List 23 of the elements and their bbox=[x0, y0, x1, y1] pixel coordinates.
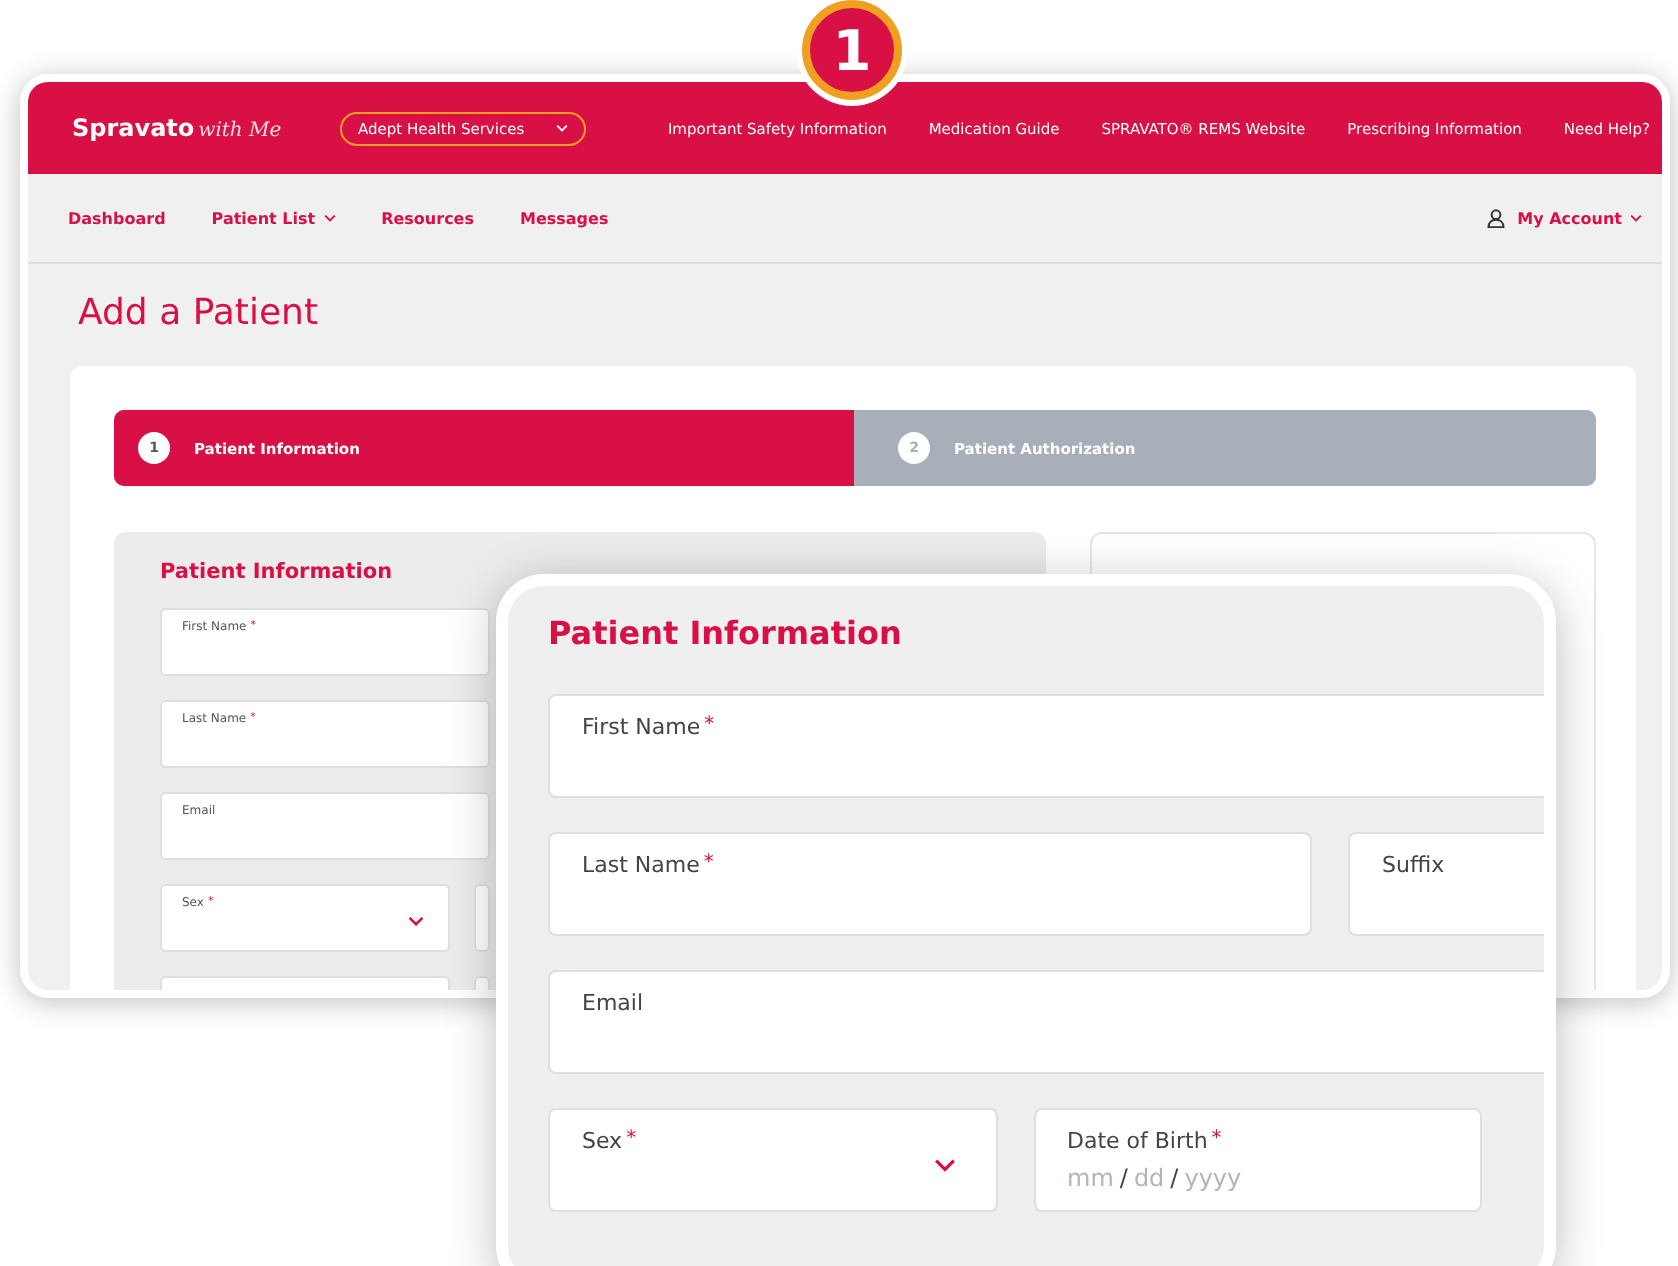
logo-script: with Me bbox=[198, 120, 282, 142]
chevron-down-icon bbox=[408, 916, 424, 926]
user-icon bbox=[1485, 208, 1506, 228]
page-title: Add a Patient bbox=[78, 292, 320, 334]
chevron-down-icon bbox=[556, 124, 568, 132]
logo-text[interactable]: Spravato bbox=[72, 114, 195, 142]
nav-link[interactable]: Messages bbox=[520, 209, 609, 227]
account-menu[interactable]: My Account bbox=[1517, 209, 1642, 227]
section-title: Patient Information bbox=[160, 560, 395, 584]
input-field[interactable]: Sex * bbox=[548, 1108, 997, 1212]
step-badge: 1 bbox=[802, 0, 902, 100]
input-field[interactable]: Suffix bbox=[1348, 832, 1544, 936]
input-field[interactable]: Last Name * bbox=[548, 832, 1312, 936]
chevron-down-icon bbox=[1630, 214, 1642, 222]
section-title: Patient Information bbox=[548, 614, 904, 652]
nav-link[interactable]: Resources bbox=[381, 209, 474, 227]
input-field[interactable]: Email bbox=[548, 970, 1544, 1074]
input-field[interactable]: First Name * bbox=[548, 694, 1544, 798]
nav-link[interactable]: Dashboard bbox=[68, 209, 166, 227]
input-field[interactable]: Date of Birth * mm / dd / yyyy bbox=[1033, 1108, 1482, 1212]
chevron-down-icon bbox=[933, 1158, 955, 1172]
chevron-down-icon bbox=[323, 214, 336, 222]
nav-link[interactable]: Patient List bbox=[211, 209, 336, 227]
